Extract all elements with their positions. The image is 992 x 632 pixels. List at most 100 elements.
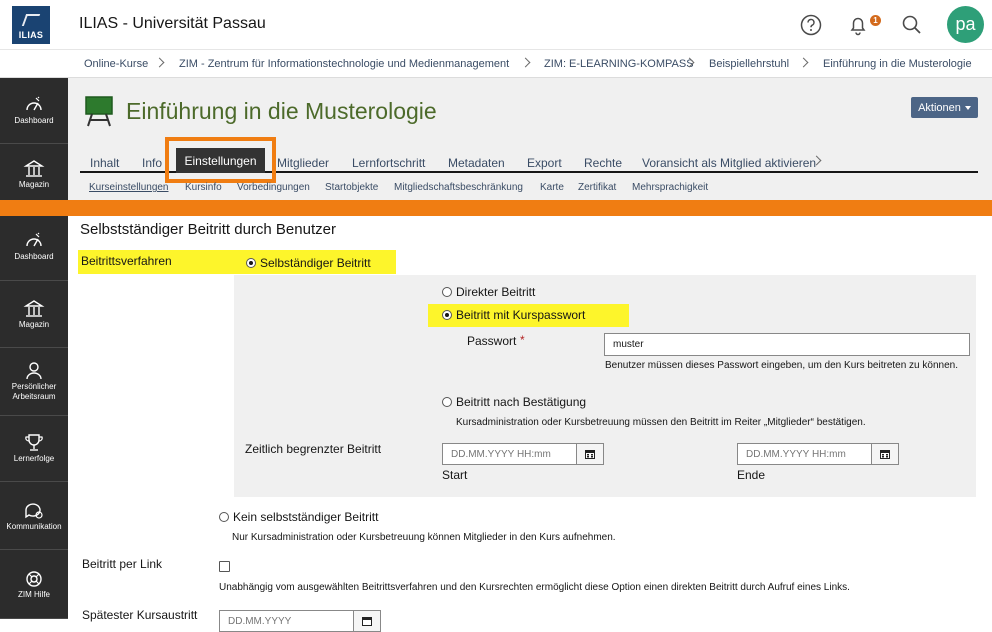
- link-help-text: Unabhängig vom ausgewählten Beitrittsver…: [219, 582, 850, 593]
- option-beitritt-nach-bestaetigung: Beitritt nach Bestätigung: [456, 395, 587, 409]
- subtab-startobjekte[interactable]: Startobjekte: [325, 182, 378, 193]
- search-icon[interactable]: [899, 12, 925, 38]
- actions-label: Aktionen: [918, 101, 961, 114]
- sidebar-label: Dashboard: [14, 252, 54, 261]
- password-label: Passwort: [467, 334, 517, 348]
- notification-badge: 1: [870, 15, 881, 26]
- latest-exit-date-input[interactable]: DD.MM.YYYY: [219, 610, 354, 632]
- app-title: ILIAS - Universität Passau: [79, 15, 266, 32]
- sidebar-label: Kommunikation: [6, 522, 62, 531]
- calendar-icon: [880, 450, 890, 459]
- tab-metadaten[interactable]: Metadaten: [448, 156, 505, 170]
- radio-selbstaendiger-beitritt[interactable]: [246, 258, 256, 268]
- latest-exit-placeholder: DD.MM.YYYY: [228, 615, 292, 627]
- dashboard-icon: [26, 232, 42, 247]
- course-icon: [85, 96, 113, 127]
- breadcrumb-item[interactable]: Online-Kurse: [84, 58, 148, 70]
- breadcrumb-item[interactable]: ZIM: E-LEARNING-KOMPASS: [544, 58, 694, 70]
- tab-voransicht[interactable]: Voransicht als Mitglied aktivieren: [642, 156, 816, 170]
- sidebar-item-lernerfolge[interactable]: Lernerfolge: [0, 416, 68, 482]
- radio-beitritt-mit-kurspasswort[interactable]: [442, 310, 452, 320]
- password-input[interactable]: muster: [604, 333, 970, 356]
- logo-text: ILIAS: [18, 30, 44, 40]
- option-direkter-beitritt: Direkter Beitritt: [456, 285, 536, 299]
- latest-exit-label: Spätester Kursaustritt: [82, 608, 198, 622]
- tab-inhalt[interactable]: Inhalt: [90, 156, 119, 170]
- password-value: muster: [613, 339, 644, 350]
- sidebar-label: ZIM Hilfe: [18, 590, 50, 599]
- password-help-text: Benutzer müssen dieses Passwort eingeben…: [605, 360, 958, 371]
- help-icon[interactable]: [798, 12, 824, 38]
- section-title: Selbstständiger Beitritt durch Benutzer: [80, 221, 336, 238]
- radio-kein-selbstaendiger-beitritt[interactable]: [219, 512, 229, 522]
- avatar[interactable]: pa: [947, 6, 984, 43]
- breadcrumb-item[interactable]: Beispiellehrstuhl: [709, 58, 789, 70]
- dashboard-icon: [26, 96, 42, 111]
- chevron-right-icon: [520, 57, 531, 68]
- sidebar-label: Dashboard: [14, 116, 54, 125]
- subtab-mitgliedschaftsbeschraenkung[interactable]: Mitgliedschaftsbeschränkung: [394, 182, 523, 193]
- latest-exit-calendar-button[interactable]: [353, 610, 381, 632]
- sidebar-item-magazin[interactable]: Magazin: [0, 144, 68, 200]
- logo-mark-icon: [21, 14, 41, 26]
- none-help-text: Nur Kursadministration oder Kursbetreuun…: [232, 532, 616, 543]
- sidebar-item-magazin[interactable]: Magazin: [0, 281, 68, 348]
- start-date-placeholder: DD.MM.YYYY HH:mm: [451, 448, 551, 460]
- tab-lernfortschritt[interactable]: Lernfortschritt: [352, 156, 425, 170]
- sidebar-label: Persönlicher Arbeitsraum: [11, 382, 57, 401]
- main-bar-bottom: Dashboard Magazin Persönlicher Arbeitsra…: [0, 216, 68, 619]
- confirm-help-text: Kursadministration oder Kursbetreuung mü…: [456, 417, 866, 428]
- sidebar-item-kommunikation[interactable]: Kommunikation: [0, 482, 68, 550]
- ilias-logo[interactable]: ILIAS: [12, 6, 50, 44]
- person-icon: [26, 362, 42, 380]
- calendar-icon: [362, 617, 372, 626]
- option-beitritt-mit-kurspasswort: Beitritt mit Kurspasswort: [456, 308, 586, 322]
- main-bar-top: Dashboard Magazin: [0, 78, 68, 200]
- option-selbstaendiger-beitritt: Selbständiger Beitritt: [260, 256, 371, 270]
- sidebar-item-dashboard[interactable]: Dashboard: [0, 216, 68, 281]
- radio-direkter-beitritt[interactable]: [442, 287, 452, 297]
- subtab-kursinfo[interactable]: Kursinfo: [185, 182, 222, 193]
- subtab-karte[interactable]: Karte: [540, 182, 564, 193]
- breadcrumb-item-current[interactable]: Einführung in die Musterologie: [823, 58, 972, 70]
- sidebar-label: Magazin: [18, 180, 50, 189]
- end-calendar-button[interactable]: [871, 443, 899, 465]
- end-label: Ende: [737, 468, 766, 482]
- actions-dropdown-button[interactable]: Aktionen: [911, 97, 978, 118]
- link-join-label: Beitritt per Link: [82, 557, 163, 571]
- subtab-mehrsprachigkeit[interactable]: Mehrsprachigkeit: [632, 182, 708, 193]
- sidebar-item-zim-hilfe[interactable]: ZIM Hilfe: [0, 550, 68, 619]
- calendar-icon: [585, 450, 595, 459]
- sidebar-item-persoenlicher-arbeitsraum[interactable]: Persönlicher Arbeitsraum: [0, 348, 68, 416]
- link-join-checkbox[interactable]: [219, 561, 230, 572]
- end-date-placeholder: DD.MM.YYYY HH:mm: [746, 448, 846, 460]
- radio-beitritt-nach-bestaetigung[interactable]: [442, 397, 452, 407]
- tab-rechte[interactable]: Rechte: [584, 156, 622, 170]
- start-calendar-button[interactable]: [576, 443, 604, 465]
- bell-icon[interactable]: [845, 12, 871, 38]
- required-marker: *: [520, 333, 525, 347]
- building-icon: [23, 160, 45, 177]
- tab-mitglieder[interactable]: Mitglieder: [277, 156, 329, 170]
- start-date-input[interactable]: DD.MM.YYYY HH:mm: [442, 443, 577, 465]
- breadcrumb: Online-Kurse ZIM - Zentrum für Informati…: [0, 50, 992, 78]
- subtab-kurseinstellungen[interactable]: Kurseinstellungen: [89, 182, 169, 193]
- tab-info[interactable]: Info: [142, 156, 162, 170]
- sidebar-item-dashboard[interactable]: Dashboard: [0, 78, 68, 144]
- tab-highlight-frame: [165, 137, 276, 183]
- trophy-icon: [25, 434, 43, 451]
- caret-down-icon: [964, 105, 971, 110]
- chat-icon: [25, 503, 43, 519]
- end-date-input[interactable]: DD.MM.YYYY HH:mm: [737, 443, 872, 465]
- sidebar-label: Magazin: [18, 320, 50, 329]
- top-header: ILIAS ILIAS - Universität Passau 1 pa: [0, 0, 992, 50]
- building-icon: [23, 300, 45, 317]
- sidebar-label: Lernerfolge: [13, 454, 55, 463]
- time-limited-label: Zeitlich begrenzter Beitritt: [245, 442, 382, 456]
- orange-divider: [0, 200, 992, 216]
- subtab-zertifikat[interactable]: Zertifikat: [578, 182, 616, 193]
- tab-export[interactable]: Export: [527, 156, 562, 170]
- breadcrumb-item[interactable]: ZIM - Zentrum für Informationstechnologi…: [179, 58, 509, 70]
- start-label: Start: [442, 468, 468, 482]
- subtab-vorbedingungen[interactable]: Vorbedingungen: [237, 182, 310, 193]
